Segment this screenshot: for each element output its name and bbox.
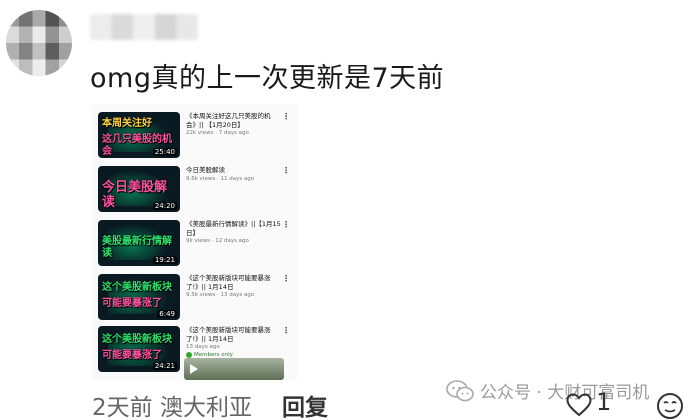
video-title[interactable]: 今日美股解读 <box>186 166 282 175</box>
video-list-item[interactable]: 本周关注好 这几只美股的机会 25:40 《本周关注好这几只美股的机会》|| 【… <box>98 112 294 160</box>
video-thumbnail[interactable]: 今日美股解读 24:20 <box>98 166 180 212</box>
reply-button[interactable]: 回复 <box>282 388 328 420</box>
watermark-text: 公众号 · 大财可富司机 <box>480 383 650 403</box>
kebab-menu-icon[interactable]: ⋮ <box>282 220 290 229</box>
video-thumbnail[interactable]: 本周关注好 这几只美股的机会 25:40 <box>98 112 180 158</box>
video-meta: 9.5k views · 13 days ago <box>186 292 255 298</box>
kebab-menu-icon[interactable]: ⋮ <box>282 326 290 335</box>
video-list-item[interactable]: 美股最新行情解读 19:21 《美股最新行情解读》||【1月15日】 9k vi… <box>98 220 294 268</box>
video-title[interactable]: 《这个美股新版块可能要暴涨了!》|| 1月14日 <box>186 274 282 291</box>
video-meta: 22k views · 7 days ago <box>186 130 249 136</box>
video-duration: 19:21 <box>152 256 177 264</box>
video-list-item[interactable]: 这个美股新板块 可能要暴涨了 6:49 《这个美股新版块可能要暴涨了!》|| 1… <box>98 274 294 322</box>
video-thumbnail[interactable]: 美股最新行情解读 19:21 <box>98 220 180 266</box>
emoji-face-icon[interactable] <box>656 392 684 420</box>
comment-time-location: 2天前 澳大利亚 <box>92 395 252 420</box>
like-count: 1 <box>596 388 612 416</box>
video-title[interactable]: 《本周关注好这几只美股的机会》|| 【1月20日】 <box>186 112 282 129</box>
play-icon[interactable] <box>190 364 198 374</box>
commenter-avatar[interactable] <box>6 10 72 76</box>
video-thumbnail[interactable]: 这个美股新板块 可能要暴涨了 24:21 <box>98 326 180 372</box>
video-title[interactable]: 《这个美股新版块可能要暴涨了!》|| 1月14日 <box>186 326 282 343</box>
thumbnail-caption: 可能要暴涨了 <box>102 350 162 361</box>
video-duration: 24:21 <box>152 362 177 370</box>
watermark: 公众号 · 大财可富司机 <box>446 378 649 403</box>
attached-screenshot[interactable]: 本周关注好 这几只美股的机会 25:40 《本周关注好这几只美股的机会》|| 【… <box>92 104 298 380</box>
thumbnail-caption: 这个美股新板块 <box>102 282 172 293</box>
video-title[interactable]: 《美股最新行情解读》||【1月15日】 <box>186 220 282 237</box>
kebab-menu-icon[interactable]: ⋮ <box>282 112 290 121</box>
video-duration: 6:49 <box>157 310 177 318</box>
kebab-menu-icon[interactable]: ⋮ <box>282 274 290 283</box>
wechat-logo-icon <box>446 379 474 401</box>
video-duration: 24:20 <box>152 202 177 210</box>
video-list-item[interactable]: 今日美股解读 24:20 今日美股解读 9.6k views · 11 days… <box>98 166 294 214</box>
commenter-name-blurred[interactable] <box>90 14 198 40</box>
comment-text: omg真的上一次更新是7天前 <box>90 63 445 94</box>
video-meta: 9k views · 12 days ago <box>186 238 249 244</box>
video-meta: 9.6k views · 11 days ago <box>186 175 255 182</box>
video-meta: 13 days ago <box>186 344 220 350</box>
thumbnail-caption: 可能要暴涨了 <box>102 298 162 309</box>
video-preview-strip[interactable] <box>184 358 284 380</box>
video-thumbnail[interactable]: 这个美股新板块 可能要暴涨了 6:49 <box>98 274 180 320</box>
kebab-menu-icon[interactable]: ⋮ <box>282 166 290 175</box>
video-duration: 25:40 <box>152 148 177 156</box>
thumbnail-caption: 这个美股新板块 <box>102 334 172 345</box>
heart-outline-icon[interactable] <box>566 393 592 417</box>
thumbnail-caption: 本周关注好 <box>102 118 152 129</box>
